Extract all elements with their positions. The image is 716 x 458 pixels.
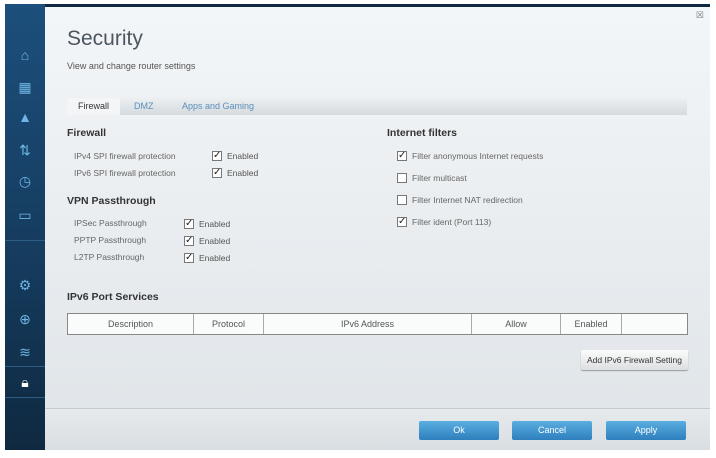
checkbox[interactable]: ✓ — [397, 151, 407, 161]
tab-dmz[interactable]: DMZ — [123, 98, 165, 115]
internet-filters-heading: Internet filters — [387, 127, 458, 139]
column-description: Description — [68, 314, 194, 334]
media-priority-icon[interactable]: ⇅ — [15, 141, 35, 159]
firewall-heading: Firewall — [67, 127, 107, 139]
add-ipv6-firewall-setting-button[interactable]: Add IPv6 Firewall Setting — [581, 350, 688, 370]
wireless-icon[interactable]: ≋ — [15, 343, 35, 361]
l2tp-checkbox[interactable]: ✓ Enabled — [184, 253, 230, 263]
external-storage-icon[interactable]: ▭ — [15, 206, 35, 224]
value: Enabled — [199, 253, 231, 263]
checkbox[interactable]: ✓ — [184, 253, 194, 263]
ipv6-port-services-table: Description Protocol IPv6 Address Allow … — [67, 313, 688, 335]
label: IPv6 SPI firewall protection — [74, 168, 176, 178]
label: Filter Internet NAT redirection — [412, 195, 523, 205]
apply-button[interactable]: Apply — [606, 421, 686, 440]
label: PPTP Passthrough — [74, 235, 147, 245]
ipv6-port-services-heading: IPv6 Port Services — [67, 291, 159, 303]
parental-controls-icon[interactable]: ◷ — [15, 172, 35, 190]
column-protocol: Protocol — [194, 314, 264, 334]
ipsec-checkbox[interactable]: ✓ Enabled — [184, 219, 230, 229]
value: Enabled — [227, 168, 259, 178]
value: Enabled — [227, 151, 259, 161]
column-enabled: Enabled — [561, 314, 622, 334]
value: Enabled — [199, 219, 231, 229]
router-window: ⌂ ▦ ▲ ⇅ ◷ ▭ ⚙ ⊕ ≋ 🔒︎ ☒ Security View and… — [5, 4, 710, 450]
column-actions — [622, 314, 687, 334]
ipv4-spi-checkbox[interactable]: ✓ Enabled — [212, 151, 258, 161]
filter-multicast-checkbox[interactable]: Filter multicast — [397, 173, 467, 183]
sidebar: ⌂ ▦ ▲ ⇅ ◷ ▭ ⚙ ⊕ ≋ 🔒︎ — [5, 4, 45, 450]
label: Filter anonymous Internet requests — [412, 151, 544, 161]
close-icon[interactable]: ☒ — [696, 10, 704, 21]
checkbox[interactable] — [397, 195, 407, 205]
checkbox[interactable] — [397, 173, 407, 183]
label: IPSec Passthrough — [74, 218, 147, 228]
label: L2TP Passthrough — [74, 252, 145, 262]
cancel-button[interactable]: Cancel — [512, 421, 592, 440]
pptp-checkbox[interactable]: ✓ Enabled — [184, 236, 230, 246]
checkbox[interactable]: ✓ — [212, 151, 222, 161]
checkbox[interactable]: ✓ — [397, 217, 407, 227]
pptp-label: PPTP Passthrough — [74, 235, 146, 245]
calendar-icon[interactable]: ▦ — [15, 78, 35, 96]
sidebar-divider — [5, 397, 45, 398]
column-allow: Allow — [472, 314, 561, 334]
filter-anonymous-checkbox[interactable]: ✓ Filter anonymous Internet requests — [397, 151, 543, 161]
tab-apps-and-gaming[interactable]: Apps and Gaming — [171, 98, 265, 115]
main-panel: ☒ Security View and change router settin… — [45, 7, 710, 450]
connectivity-gear-icon[interactable]: ⚙ — [15, 276, 35, 294]
page-subtitle: View and change router settings — [67, 61, 196, 71]
ipv6-spi-label: IPv6 SPI firewall protection — [74, 168, 176, 178]
security-lock-icon[interactable]: 🔒︎ — [15, 373, 35, 391]
troubleshooting-icon[interactable]: ▲ — [15, 108, 35, 126]
vpn-heading: VPN Passthrough — [67, 195, 156, 207]
tab-firewall[interactable]: Firewall — [67, 98, 121, 115]
tab-bar: Firewall DMZ Apps and Gaming — [67, 97, 687, 115]
label: Filter multicast — [412, 173, 467, 183]
l2tp-label: L2TP Passthrough — [74, 252, 144, 262]
checkbox[interactable]: ✓ — [184, 236, 194, 246]
troubleshoot-toolbox-icon[interactable]: ⊕ — [15, 310, 35, 328]
ok-button[interactable]: Ok — [419, 421, 499, 440]
label: IPv4 SPI firewall protection — [74, 151, 176, 161]
checkbox[interactable]: ✓ — [184, 219, 194, 229]
column-ipv6-address: IPv6 Address — [264, 314, 472, 334]
filter-nat-redirection-checkbox[interactable]: Filter Internet NAT redirection — [397, 195, 523, 205]
checkbox[interactable]: ✓ — [212, 168, 222, 178]
ipv4-spi-label: IPv4 SPI firewall protection — [74, 151, 176, 161]
value: Enabled — [199, 236, 231, 246]
router-status-icon[interactable]: ⌂ — [15, 46, 35, 64]
footer: Ok Cancel Apply — [45, 408, 710, 450]
label: Filter ident (Port 113) — [412, 217, 492, 227]
sidebar-divider — [5, 240, 45, 241]
sidebar-divider — [5, 366, 45, 367]
ipsec-label: IPSec Passthrough — [74, 218, 147, 228]
ipv6-spi-checkbox[interactable]: ✓ Enabled — [212, 168, 258, 178]
page-title: Security — [67, 27, 143, 50]
filter-ident-checkbox[interactable]: ✓ Filter ident (Port 113) — [397, 217, 491, 227]
